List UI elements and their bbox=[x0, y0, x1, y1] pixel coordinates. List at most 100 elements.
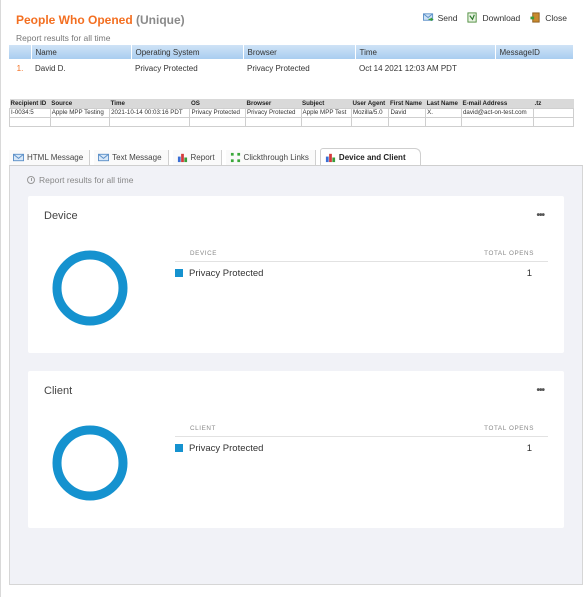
col-message-id[interactable]: MessageID bbox=[495, 45, 574, 59]
raw-cell bbox=[388, 116, 427, 127]
table-header: CLIENT TOTAL OPENS bbox=[175, 421, 548, 437]
donut-chart bbox=[52, 250, 128, 326]
raw-col: User Agent bbox=[351, 99, 389, 108]
raw-col: OS bbox=[189, 99, 246, 108]
report-range-text: Report results for all time bbox=[16, 33, 111, 43]
send-icon bbox=[422, 13, 434, 22]
raw-cell: Privacy Protected bbox=[189, 107, 246, 118]
legend-swatch bbox=[175, 269, 183, 277]
download-icon bbox=[467, 12, 478, 23]
table-header: DEVICE TOTAL OPENS bbox=[175, 246, 548, 262]
row-label-wrap: Privacy Protected bbox=[175, 268, 263, 279]
raw-cell: Privacy Protected bbox=[244, 107, 302, 118]
summary-header-row: Name Operating System Browser Time Messa… bbox=[9, 45, 574, 59]
link-grid-icon bbox=[230, 152, 240, 163]
row-index: 1. bbox=[16, 63, 24, 73]
tab-label: Text Message bbox=[112, 153, 162, 162]
range-indicator: Report results for all time bbox=[27, 175, 133, 185]
table-row: Privacy Protected 1 bbox=[175, 262, 548, 284]
tab-report[interactable]: Report bbox=[172, 150, 222, 165]
raw-cell bbox=[460, 116, 535, 127]
raw-cell: I-0034:5 bbox=[9, 107, 51, 118]
send-label: Send bbox=[437, 12, 458, 23]
raw-cell bbox=[533, 116, 574, 127]
device-client-panel: Report results for all time Device ••• D… bbox=[9, 165, 583, 585]
raw-col: First Name bbox=[388, 99, 426, 108]
row-label-wrap: Privacy Protected bbox=[175, 443, 263, 454]
device-col-label: DEVICE bbox=[190, 250, 218, 257]
raw-col: E-mail Address bbox=[461, 99, 534, 108]
row-label: Privacy Protected bbox=[189, 442, 264, 454]
more-options-icon[interactable]: ••• bbox=[536, 210, 544, 221]
col-time[interactable]: Time bbox=[355, 45, 496, 59]
summary-table: Name Operating System Browser Time Messa… bbox=[9, 45, 574, 77]
device-table: DEVICE TOTAL OPENS Privacy Protected 1 bbox=[175, 246, 548, 284]
row-value: 1 bbox=[526, 442, 532, 454]
raw-cell: Mozilla/5.0 bbox=[350, 107, 390, 118]
row-message-id bbox=[495, 59, 574, 77]
card-title: Device bbox=[44, 210, 78, 222]
card-title: Client bbox=[44, 385, 73, 397]
col-browser[interactable]: Browser bbox=[243, 45, 356, 59]
col-name[interactable]: Name bbox=[31, 45, 132, 59]
envelope-icon bbox=[98, 153, 110, 162]
tab-bar: HTML Message Text Message Report Clickth… bbox=[9, 148, 425, 165]
toolbar: Send Download Close bbox=[422, 12, 567, 23]
raw-row: I-0034:5 Apple MPP Testing 2021-10-14 00… bbox=[9, 107, 574, 118]
tab-label: Clickthrough Links bbox=[243, 153, 309, 162]
legend-swatch bbox=[175, 444, 183, 452]
tab-device-and-client[interactable]: Device and Client bbox=[319, 148, 421, 165]
tab-label: HTML Message bbox=[27, 153, 84, 162]
col-os[interactable]: Operating System bbox=[131, 45, 244, 59]
range-label: Report results for all time bbox=[39, 175, 134, 185]
client-card: Client ••• CLIENT TOTAL OPENS Privacy Pr… bbox=[28, 371, 564, 528]
raw-col: Subject bbox=[301, 99, 352, 108]
report-window: People Who Opened (Unique) Send Download… bbox=[0, 0, 587, 597]
raw-cell: David bbox=[388, 107, 427, 118]
envelope-icon bbox=[13, 153, 24, 162]
raw-col: Time bbox=[109, 99, 190, 108]
raw-cell bbox=[109, 116, 191, 127]
donut-chart bbox=[52, 425, 128, 501]
raw-cell: david@act-on-test.com bbox=[460, 107, 535, 118]
total-opens-col-label: TOTAL OPENS bbox=[484, 425, 534, 432]
row-os: Privacy Protected bbox=[135, 63, 198, 73]
raw-cell: X. bbox=[425, 107, 462, 118]
more-options-icon[interactable]: ••• bbox=[536, 385, 544, 396]
raw-cell bbox=[49, 116, 111, 127]
total-opens-col-label: TOTAL OPENS bbox=[484, 250, 534, 257]
tab-text-message[interactable]: Text Message bbox=[94, 150, 169, 165]
raw-col: Recipient ID bbox=[9, 99, 51, 108]
raw-col: Browser bbox=[245, 99, 301, 108]
download-button[interactable]: Download bbox=[467, 12, 520, 23]
download-label: Download bbox=[482, 12, 521, 23]
table-row: Privacy Protected 1 bbox=[175, 437, 548, 459]
close-label: Close bbox=[545, 12, 567, 23]
bar-chart-icon bbox=[177, 153, 187, 163]
title-suffix: (Unique) bbox=[136, 13, 185, 27]
raw-cell bbox=[9, 116, 51, 127]
raw-data-table: Recipient ID Source Time OS Browser Subj… bbox=[9, 99, 574, 127]
row-name[interactable]: David D. bbox=[31, 59, 131, 77]
send-button[interactable]: Send bbox=[422, 12, 458, 23]
tab-clickthrough-links[interactable]: Clickthrough Links bbox=[225, 150, 316, 165]
raw-cell bbox=[244, 116, 302, 127]
raw-cell: Apple MPP Test bbox=[300, 107, 352, 118]
table-row[interactable]: 1. David D. Privacy Protected Privacy Pr… bbox=[9, 59, 574, 77]
raw-row-empty bbox=[9, 116, 574, 127]
client-table: CLIENT TOTAL OPENS Privacy Protected 1 bbox=[175, 421, 548, 459]
close-button[interactable]: Close bbox=[530, 12, 567, 23]
raw-cell bbox=[350, 116, 390, 127]
close-door-icon bbox=[530, 12, 540, 23]
col-index bbox=[9, 45, 32, 59]
client-col-label: CLIENT bbox=[190, 425, 216, 432]
raw-cell bbox=[189, 116, 246, 127]
row-value: 1 bbox=[526, 267, 532, 279]
clock-icon bbox=[27, 176, 35, 184]
tab-html-message[interactable]: HTML Message bbox=[9, 150, 91, 165]
bar-chart-icon bbox=[325, 153, 336, 162]
tab-label: Device and Client bbox=[338, 152, 406, 162]
raw-cell: 2021-10-14 00:03:16 PDT bbox=[109, 107, 191, 118]
device-card: Device ••• DEVICE TOTAL OPENS Privacy Pr… bbox=[28, 196, 564, 353]
raw-header-row: Recipient ID Source Time OS Browser Subj… bbox=[9, 99, 574, 108]
